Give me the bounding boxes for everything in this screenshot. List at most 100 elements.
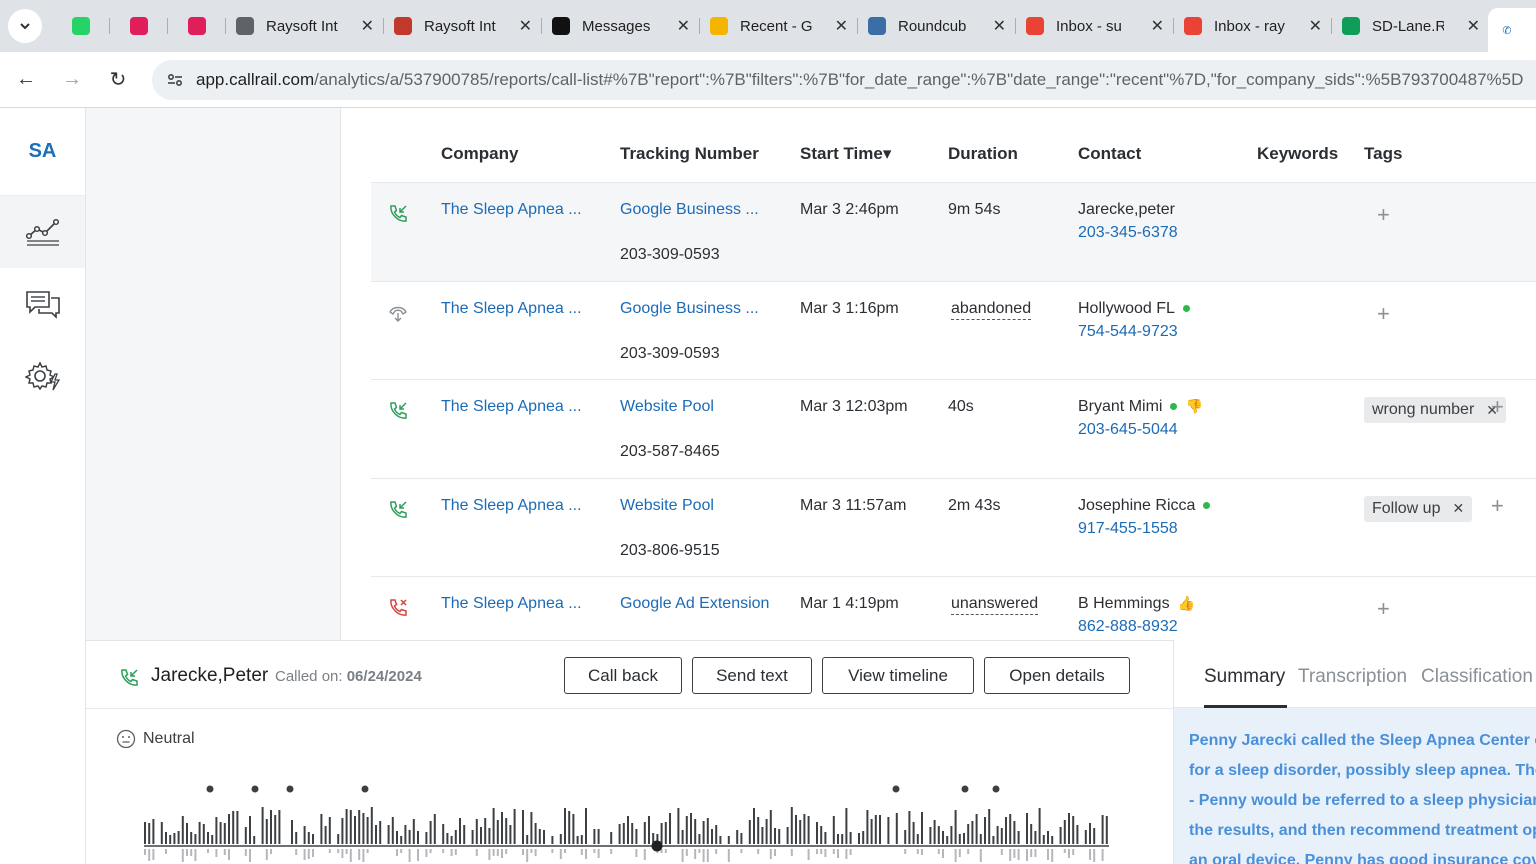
column-header-company[interactable]: Company: [441, 144, 518, 164]
table-row[interactable]: The Sleep Apnea ... Website Pool 203-806-9…: [371, 477, 1536, 577]
waveform-bar: [921, 812, 923, 844]
browser-tab[interactable]: [168, 8, 226, 44]
waveform-bar-secondary: [937, 849, 940, 854]
tab-close-icon[interactable]: ✕: [1151, 16, 1164, 36]
column-header-tracking-number[interactable]: Tracking Number: [620, 144, 759, 164]
tracking-source-link[interactable]: Google Ad Extension: [620, 595, 769, 613]
tab-close-icon[interactable]: ✕: [1309, 16, 1322, 36]
browser-tab[interactable]: [52, 8, 110, 44]
column-header-keywords[interactable]: Keywords: [1257, 144, 1338, 164]
waveform-bar: [379, 821, 382, 844]
tracking-source-link[interactable]: Website Pool: [620, 497, 714, 515]
add-tag-icon[interactable]: +: [1377, 596, 1390, 622]
table-row[interactable]: The Sleep Apnea ... Google Business ... 20…: [371, 182, 1536, 281]
add-tag-icon[interactable]: +: [1377, 202, 1390, 228]
waveform-marker[interactable]: [206, 785, 214, 793]
tab-classification[interactable]: Classification: [1421, 666, 1533, 688]
forward-button[interactable]: →: [52, 60, 92, 100]
waveform-marker[interactable]: [961, 785, 969, 793]
waveform-bar: [186, 823, 188, 844]
waveform-bar: [328, 817, 331, 844]
waveform-bar: [694, 819, 697, 844]
browser-tab[interactable]: Messages ✕: [542, 8, 700, 44]
column-header-tags[interactable]: Tags: [1364, 144, 1402, 164]
company-link[interactable]: The Sleep Apnea ...: [441, 497, 582, 515]
table-row[interactable]: The Sleep Apnea ... Google Business ... 20…: [371, 280, 1536, 380]
site-info-icon[interactable]: [164, 69, 186, 91]
tab-close-icon[interactable]: ✕: [361, 16, 374, 36]
tab-summary[interactable]: Summary: [1204, 666, 1285, 688]
waveform-bar: [543, 830, 545, 844]
tracking-source-link[interactable]: Google Business ...: [620, 201, 759, 219]
table-row[interactable]: The Sleep Apnea ... Google Ad Extension Ma…: [371, 576, 1536, 640]
browser-tab[interactable]: Raysoft Int ✕: [384, 8, 542, 44]
contact-phone-link[interactable]: 862-888-8932: [1078, 618, 1178, 636]
call-audio-waveform[interactable]: [144, 781, 1114, 864]
tab-close-icon[interactable]: ✕: [519, 16, 532, 36]
waveform-marker[interactable]: [992, 785, 1000, 793]
browser-tab[interactable]: Roundcub ✕: [858, 8, 1016, 44]
waveform-bar-secondary: [979, 849, 982, 862]
waveform-bar: [765, 819, 768, 844]
tab-close-icon[interactable]: ✕: [993, 16, 1006, 36]
send-text-button[interactable]: Send text: [692, 657, 812, 694]
browser-tab[interactable]: Recent - G ✕: [700, 8, 858, 44]
add-tag-icon[interactable]: +: [1377, 301, 1390, 327]
call-back-button[interactable]: Call back: [564, 657, 682, 694]
tab-search-button[interactable]: [8, 9, 42, 43]
waveform-bar: [879, 815, 881, 844]
column-header-contact[interactable]: Contact: [1078, 144, 1141, 164]
waveform-bar-secondary: [715, 849, 718, 854]
table-row[interactable]: The Sleep Apnea ... Website Pool 203-587-8…: [371, 379, 1536, 478]
browser-tab[interactable]: Inbox - ray ✕: [1174, 8, 1332, 44]
waveform-bar-secondary: [643, 849, 646, 860]
column-header-duration[interactable]: Duration: [948, 144, 1018, 164]
waveform-marker[interactable]: [892, 785, 900, 793]
rail-item-analytics[interactable]: [0, 196, 85, 268]
reload-button[interactable]: ↻: [98, 60, 138, 100]
tab-close-icon[interactable]: ✕: [835, 16, 848, 36]
browser-tab[interactable]: SD-Lane.R ✕: [1332, 8, 1490, 44]
tracking-source-link[interactable]: Website Pool: [620, 398, 714, 416]
contact-name: B Hemmings 👍: [1078, 595, 1196, 612]
account-logo[interactable]: SA: [0, 108, 85, 196]
company-link[interactable]: The Sleep Apnea ...: [441, 398, 582, 416]
waveform-marker[interactable]: [361, 785, 369, 793]
tab-callrail-active[interactable]: ✆: [1488, 8, 1536, 52]
tab-transcription[interactable]: Transcription: [1298, 666, 1407, 688]
rail-item-settings[interactable]: [0, 340, 85, 412]
tracking-source-link[interactable]: Google Business ...: [620, 300, 759, 318]
rail-item-conversations[interactable]: [0, 268, 85, 340]
back-button[interactable]: ←: [6, 60, 46, 100]
browser-tab[interactable]: Raysoft Int ✕: [226, 8, 384, 44]
called-on: Called on: 06/24/2024: [275, 668, 422, 685]
company-link[interactable]: The Sleep Apnea ...: [441, 300, 582, 318]
add-tag-icon[interactable]: +: [1491, 493, 1504, 519]
add-tag-icon[interactable]: +: [1491, 394, 1504, 420]
tab-close-icon[interactable]: ✕: [677, 16, 690, 36]
waveform-marker[interactable]: [286, 785, 294, 793]
company-link[interactable]: The Sleep Apnea ...: [441, 595, 582, 613]
browser-tab[interactable]: Inbox - su ✕: [1016, 8, 1174, 44]
waveform-bar: [1009, 814, 1012, 844]
remove-tag-icon[interactable]: ✕: [1452, 500, 1464, 517]
contact-phone-link[interactable]: 203-645-5044: [1078, 421, 1178, 439]
waveform-bar-secondary: [223, 849, 226, 855]
contact-phone-link[interactable]: 917-455-1558: [1078, 520, 1178, 538]
waveform-bar-secondary: [165, 849, 167, 854]
tab-close-icon[interactable]: ✕: [1467, 16, 1480, 36]
browser-tab[interactable]: [110, 8, 168, 44]
contact-phone-link[interactable]: 203-345-6378: [1078, 224, 1178, 242]
column-header-start-time[interactable]: Start Time▾: [800, 144, 891, 164]
waveform-bar-secondary: [774, 849, 776, 856]
playhead-handle[interactable]: [651, 840, 663, 852]
thumbs-up-icon[interactable]: 👍: [1178, 595, 1195, 612]
contact-phone-link[interactable]: 754-544-9723: [1078, 323, 1178, 341]
thumbs-down-icon[interactable]: 👎: [1185, 398, 1202, 415]
company-link[interactable]: The Sleep Apnea ...: [441, 201, 582, 219]
waveform-bar-secondary: [295, 849, 298, 855]
address-bar[interactable]: app.callrail.com/analytics/a/537900785/r…: [152, 60, 1536, 100]
open-details-button[interactable]: Open details: [984, 657, 1130, 694]
view-timeline-button[interactable]: View timeline: [822, 657, 974, 694]
waveform-marker[interactable]: [251, 785, 259, 793]
